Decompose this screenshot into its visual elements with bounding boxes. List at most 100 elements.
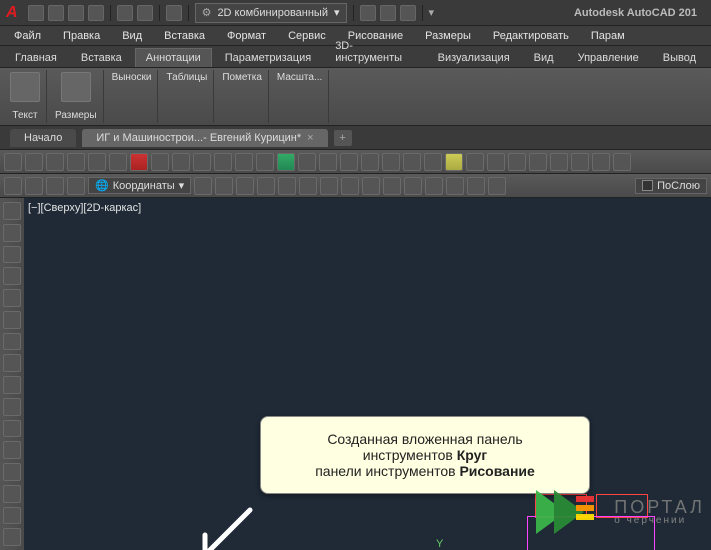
new-tab-button[interactable]: + [334,130,352,146]
menu-service[interactable]: Сервис [288,30,326,42]
tr2-icon[interactable] [404,177,422,195]
circle-icon[interactable] [3,246,21,264]
ribbon-tab-3d[interactable]: 3D-инструменты [324,36,424,67]
tr2-icon[interactable] [236,177,254,195]
tr2-icon[interactable] [257,177,275,195]
tr1-icon[interactable] [67,153,85,171]
tr1-icon[interactable] [571,153,589,171]
tr1-icon[interactable] [529,153,547,171]
open-icon[interactable] [48,5,64,21]
menu-modify[interactable]: Редактировать [493,30,569,42]
tr1-icon[interactable] [193,153,211,171]
rectangle-icon[interactable] [3,289,21,307]
tr1-icon[interactable] [592,153,610,171]
tr2-icon[interactable] [215,177,233,195]
tr1-icon[interactable] [340,153,358,171]
menu-view[interactable]: Вид [122,30,142,42]
tr1-icon[interactable] [424,153,442,171]
ribbon-tab-insert[interactable]: Вставка [70,48,133,67]
tr1-icon[interactable] [508,153,526,171]
plot-icon[interactable] [166,5,182,21]
tr1-icon[interactable] [319,153,337,171]
tr2-icon[interactable] [25,177,43,195]
tr1-icon[interactable] [130,153,148,171]
tr2-icon[interactable] [467,177,485,195]
tr1-icon[interactable] [466,153,484,171]
region-icon[interactable] [3,420,21,438]
visual-style-dropdown[interactable]: ⚙ 2D комбинированный ▾ [195,3,347,23]
redo-icon[interactable] [137,5,153,21]
menu-file[interactable]: Файл [14,30,41,42]
ribbon-tab-output[interactable]: Вывод [652,48,707,67]
menu-param[interactable]: Парам [591,30,625,42]
tr2-icon[interactable] [67,177,85,195]
tr1-icon[interactable] [4,153,22,171]
ribbon-tab-visualize[interactable]: Визуализация [427,48,521,67]
line-icon[interactable] [3,202,21,220]
close-tab-icon[interactable]: × [307,132,313,144]
construction-icon[interactable] [3,376,21,394]
doc-tab-drawing[interactable]: ИГ и Машинострои...- Евгений Курицин* × [82,129,327,147]
tr2-icon[interactable] [425,177,443,195]
text-tool-icon[interactable] [10,72,40,102]
spline-icon[interactable] [3,354,21,372]
tr1-icon[interactable] [403,153,421,171]
ribbon-tab-view[interactable]: Вид [523,48,565,67]
tr1-icon[interactable] [613,153,631,171]
tr2-icon[interactable] [320,177,338,195]
save-icon[interactable] [68,5,84,21]
hatch-icon[interactable] [3,333,21,351]
tr1-icon[interactable] [109,153,127,171]
doc-tab-start[interactable]: Начало [10,129,76,147]
polyline-icon[interactable] [3,224,21,242]
tr2-icon[interactable] [194,177,212,195]
menu-format[interactable]: Формат [227,30,266,42]
saveas-icon[interactable] [88,5,104,21]
revision-icon[interactable] [3,463,21,481]
app-logo[interactable]: A [6,4,18,22]
tr1-icon[interactable] [256,153,274,171]
tr1-icon[interactable] [277,153,295,171]
qat-icon-3[interactable] [400,5,416,21]
tr1-icon[interactable] [172,153,190,171]
ucs-icon[interactable]: Y X [420,538,480,550]
tr2-icon[interactable] [383,177,401,195]
ribbon-tab-manage[interactable]: Управление [567,48,650,67]
menu-dimensions[interactable]: Размеры [425,30,471,42]
coord-system-dropdown[interactable]: 🌐 Координаты ▾ [88,177,191,194]
tr2-icon[interactable] [299,177,317,195]
block-icon[interactable] [3,528,21,546]
ribbon-tab-annotate[interactable]: Аннотации [135,48,212,67]
text-icon[interactable] [3,485,21,503]
tr1-icon[interactable] [214,153,232,171]
tr2-icon[interactable] [4,177,22,195]
qat-icon-2[interactable] [380,5,396,21]
menu-insert[interactable]: Вставка [164,30,205,42]
ellipse-icon[interactable] [3,311,21,329]
tr2-icon[interactable] [46,177,64,195]
tr1-icon[interactable] [151,153,169,171]
tr2-icon[interactable] [362,177,380,195]
tr1-icon[interactable] [298,153,316,171]
viewport-controls[interactable]: [−][Сверху][2D-каркас] [28,202,141,214]
qat-icon-1[interactable] [360,5,376,21]
tr1-icon[interactable] [361,153,379,171]
dimension-tool-icon[interactable] [61,72,91,102]
tr1-icon[interactable] [445,153,463,171]
ribbon-tab-home[interactable]: Главная [4,48,68,67]
tr1-icon[interactable] [46,153,64,171]
tr2-icon[interactable] [446,177,464,195]
tr1-icon[interactable] [382,153,400,171]
tr1-icon[interactable] [550,153,568,171]
tr1-icon[interactable] [487,153,505,171]
tr2-icon[interactable] [488,177,506,195]
bylayer-dropdown[interactable]: ПоСлою [635,178,707,194]
undo-icon[interactable] [117,5,133,21]
tr2-icon[interactable] [278,177,296,195]
menu-edit[interactable]: Правка [63,30,100,42]
tr1-icon[interactable] [235,153,253,171]
tr1-icon[interactable] [25,153,43,171]
tr2-icon[interactable] [341,177,359,195]
donut-icon[interactable] [3,441,21,459]
tr1-icon[interactable] [88,153,106,171]
